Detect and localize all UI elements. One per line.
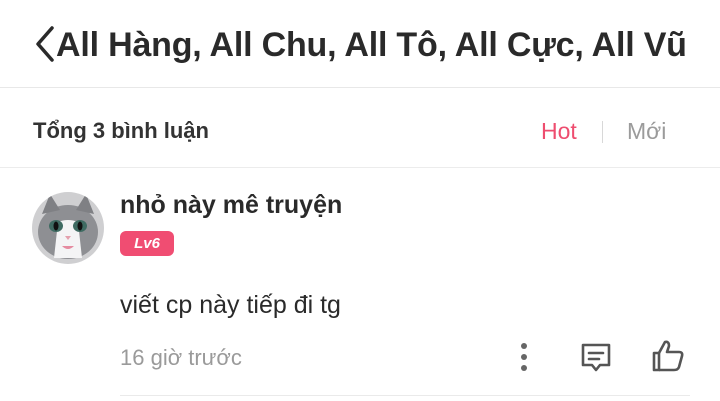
level-badge: Lv6 xyxy=(120,231,174,256)
more-vertical-icon[interactable] xyxy=(512,340,536,374)
cat-avatar-image xyxy=(32,192,104,264)
comment-count: Tổng 3 bình luận xyxy=(33,118,209,143)
comment-icon[interactable] xyxy=(579,340,613,374)
comment-text: viết cp này tiếp đi tg xyxy=(120,291,341,319)
thumbs-up-icon[interactable] xyxy=(650,338,686,374)
sort-divider xyxy=(602,121,603,143)
page-title: All Hàng, All Chu, All Tô, All Cực, All … xyxy=(56,26,687,64)
sort-new-tab[interactable]: Mới xyxy=(627,118,666,145)
avatar[interactable] xyxy=(32,192,104,264)
sort-hot-tab[interactable]: Hot xyxy=(541,118,577,145)
comment-divider xyxy=(120,395,690,396)
comment-username[interactable]: nhỏ này mê truyện xyxy=(120,191,342,220)
app-header: All Hàng, All Chu, All Tô, All Cực, All … xyxy=(0,0,720,88)
comment-timestamp: 16 giờ trước xyxy=(120,345,242,370)
